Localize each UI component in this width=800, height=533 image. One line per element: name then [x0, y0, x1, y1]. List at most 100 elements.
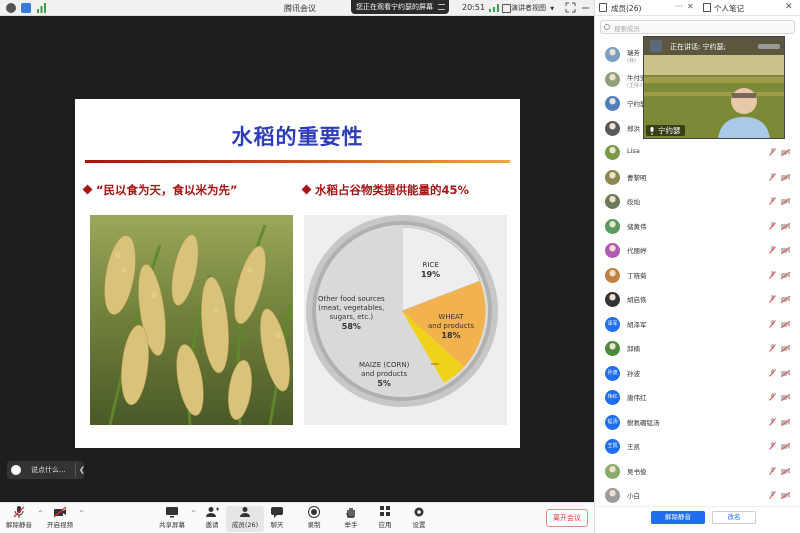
member-row[interactable]: 胡启恢 [595, 289, 800, 309]
emoji-icon[interactable] [11, 465, 21, 475]
member-name: 孙波 [627, 369, 640, 378]
add-person-icon [206, 507, 219, 517]
collapse-arrow-icon[interactable]: ❮ [79, 466, 85, 474]
close-icon[interactable]: ✕ [687, 2, 694, 11]
camera-off-icon[interactable] [781, 345, 790, 352]
member-row[interactable]: 丁晓菊 [595, 265, 800, 285]
member-search-input[interactable]: 搜索成员 [600, 20, 795, 34]
member-search-placeholder: 搜索成员 [614, 25, 640, 33]
member-name: 段灿 [627, 198, 640, 206]
chat-input[interactable]: 说点什么... [31, 465, 66, 475]
avatar [605, 243, 620, 258]
member-row[interactable]: 王凯 王凯 [595, 436, 800, 456]
member-name: 鲵氡硼锰汤 [627, 418, 660, 427]
camera-off-icon[interactable] [781, 418, 790, 426]
start-video-button[interactable]: 开启视频 ^ [41, 506, 84, 532]
camera-off-icon[interactable] [781, 173, 790, 181]
camera-off-icon[interactable] [781, 320, 790, 328]
microphone-muted-icon[interactable] [769, 221, 776, 230]
camera-off-icon[interactable] [781, 492, 790, 499]
member-row[interactable]: 邱楠 [595, 338, 800, 358]
microphone-muted-icon[interactable] [769, 368, 776, 377]
microphone-muted-icon[interactable] [769, 442, 776, 450]
raise-hand-button[interactable]: 举手 [332, 506, 370, 532]
member-row[interactable]: 锰汤 鲵氡硼锰汤 [595, 412, 800, 432]
camera-off-icon[interactable] [781, 443, 790, 450]
microphone-muted-icon[interactable] [769, 417, 776, 426]
leave-meeting-button[interactable]: 离开会议 [546, 509, 588, 527]
microphone-muted-icon[interactable] [769, 246, 776, 254]
microphone-muted-icon[interactable] [769, 197, 776, 205]
member-name: 吴书俊 [627, 467, 647, 476]
microphone-muted-icon[interactable] [769, 344, 776, 352]
member-name: 储黄伟 [627, 222, 647, 231]
camera-off-icon[interactable] [781, 222, 790, 230]
camera-off-icon[interactable] [781, 394, 790, 401]
member-row[interactable]: 储黄伟 [595, 216, 800, 236]
settings-button[interactable]: 设置 [400, 506, 438, 532]
member-row[interactable]: Lisa [595, 142, 800, 162]
member-row[interactable]: 泽军 胡泽军 [595, 314, 800, 334]
microphone-muted-icon[interactable] [769, 295, 776, 303]
camera-off-icon[interactable] [781, 271, 790, 279]
microphone-muted-icon[interactable] [769, 491, 776, 499]
member-row[interactable]: 吴书俊 [595, 461, 800, 481]
member-row[interactable]: 代丽婷 [595, 240, 800, 260]
camera-off-icon[interactable] [781, 369, 790, 377]
member-row[interactable]: 小白 [595, 485, 800, 505]
chevron-up-icon[interactable]: ^ [79, 510, 84, 517]
microphone-muted-icon[interactable] [769, 148, 776, 156]
meeting-window: 腾讯会议 您正在观看宁约瑟的屏幕 20:51 演讲者视图 ▼ 水稻的重要性 “民… [0, 0, 800, 533]
member-row[interactable]: 伟红 唐伟红 [595, 387, 800, 407]
fullscreen-icon[interactable] [565, 2, 576, 13]
apps-button[interactable]: 应用 [366, 506, 404, 532]
microphone-muted-icon[interactable] [769, 466, 776, 475]
meeting-toolbar: 解除静音 ^ 开启视频 ^ 共享屏幕 ^ 邀请 成员(26) 聊天 录制 举手 … [0, 502, 594, 533]
camera-off-icon[interactable] [781, 296, 790, 303]
rename-button[interactable]: 改名 [712, 511, 756, 524]
unmute-all-button[interactable]: 解除静音 [651, 511, 705, 524]
minimize-icon[interactable] [580, 2, 591, 13]
notes-icon[interactable] [703, 3, 711, 12]
unmute-button[interactable]: 解除静音 ^ [0, 506, 43, 532]
camera-off-icon[interactable] [781, 247, 790, 254]
avatar: 伟红 [605, 390, 620, 405]
speaker-view-button[interactable]: 演讲者视图 ▼ [501, 1, 557, 15]
camera-off-icon[interactable] [781, 198, 790, 205]
speaker-video[interactable]: 正在讲话: 宁约瑟; 宁约瑟 [643, 36, 785, 139]
slide-bullet-1-text: “民以食为天，食以米为先” [96, 183, 238, 197]
microphone-icon [650, 127, 654, 135]
screen-share-banner[interactable]: 您正在观看宁约瑟的屏幕 [351, 0, 449, 14]
network-icon[interactable] [489, 4, 499, 12]
member-name: 代丽婷 [627, 247, 647, 255]
member-name: Lisa [627, 147, 640, 155]
grid-icon[interactable] [438, 4, 445, 10]
microphone-muted-icon[interactable] [769, 172, 776, 181]
slide-bullet-2: 水稻占谷物类提供能量的45% [301, 182, 469, 198]
slide-title: 水稻的重要性 [231, 125, 364, 149]
member-row[interactable]: 段灿 [595, 191, 800, 211]
energy-source-pie-figure: RICE 19% WHEAT and products 18% MAIZE (COR… [304, 215, 507, 425]
microphone-muted-icon[interactable] [769, 270, 776, 279]
speaker-avatar [650, 40, 662, 52]
chat-bubble-icon [271, 507, 283, 518]
camera-off-icon[interactable] [781, 149, 790, 156]
personal-notes-tab[interactable]: 个人笔记 [714, 3, 744, 14]
avatar [605, 120, 620, 136]
member-row[interactable]: 孙波 孙波 [595, 363, 800, 383]
rice-plant-photo [90, 215, 293, 425]
shield-icon[interactable] [21, 3, 31, 13]
record-button[interactable]: 录制 [295, 506, 333, 532]
camera-off-icon[interactable] [781, 467, 790, 475]
info-icon[interactable] [6, 3, 16, 13]
microphone-muted-icon[interactable] [769, 393, 776, 401]
more-icon[interactable]: ··· [675, 2, 683, 11]
chat-button[interactable]: 聊天 [258, 506, 296, 532]
microphone-muted-icon[interactable] [769, 319, 776, 328]
avatar [605, 463, 620, 479]
quick-chat-bar[interactable]: 说点什么... ❮ [7, 461, 85, 479]
window-close-icon[interactable]: ✕ [785, 2, 793, 12]
member-row[interactable]: 曹黎明 [595, 167, 800, 187]
presentation-slide: 水稻的重要性 “民以食为天，食以米为先” 水稻占谷物类提供能量的45% RICE… [75, 99, 520, 448]
share-screen-button[interactable]: 共享屏幕 ^ [153, 506, 196, 532]
